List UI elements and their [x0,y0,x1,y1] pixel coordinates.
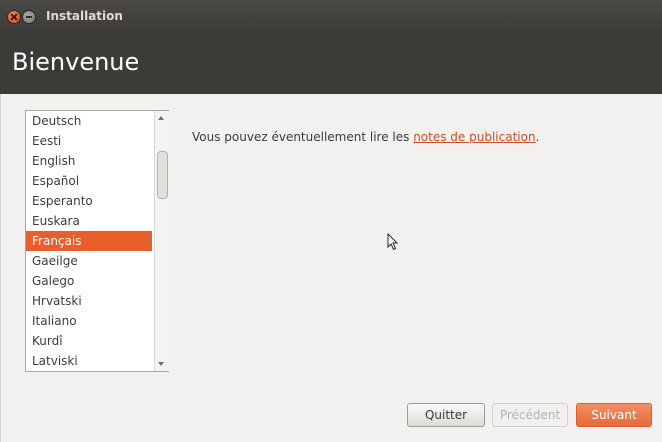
language-item-eesti[interactable]: Eesti [26,131,152,151]
language-item-italiano[interactable]: Italiano [26,311,152,331]
page-title: Bienvenue [12,48,140,76]
main-content: Deutsch Eesti English Español Esperanto … [0,94,662,442]
language-item-espanol[interactable]: Español [26,171,152,191]
quit-button[interactable]: Quitter [407,403,485,427]
scroll-up-icon[interactable] [158,116,164,120]
close-icon[interactable] [8,11,20,23]
language-item-francais[interactable]: Français [26,231,152,251]
release-notes-text: Vous pouvez éventuellement lire les note… [192,130,539,144]
next-button[interactable]: Suivant [576,403,652,427]
language-item-galego[interactable]: Galego [26,271,152,291]
page-header: Bienvenue [0,34,662,94]
language-list-scrollbar[interactable] [154,111,169,371]
mouse-pointer-icon [387,233,399,251]
language-list[interactable]: Deutsch Eesti English Español Esperanto … [25,110,169,372]
language-item-latviski[interactable]: Latviski [26,351,152,371]
language-item-gaeilge[interactable]: Gaeilge [26,251,152,271]
language-item-euskara[interactable]: Euskara [26,211,152,231]
language-item-esperanto[interactable]: Esperanto [26,191,152,211]
release-notes-suffix: . [535,130,540,144]
language-item-hrvatski[interactable]: Hrvatski [26,291,152,311]
previous-button[interactable]: Précédent [492,403,568,427]
language-item-deutsch[interactable]: Deutsch [26,111,152,131]
scroll-down-icon[interactable] [158,362,164,366]
scroll-thumb[interactable] [157,151,168,199]
release-notes-prefix: Vous pouvez éventuellement lire les [192,130,414,144]
minimize-icon[interactable] [23,11,35,23]
language-item-english[interactable]: English [26,151,152,171]
window-title: Installation [46,9,123,23]
language-item-kurdi[interactable]: Kurdî [26,331,152,351]
release-notes-link[interactable]: notes de publication [413,130,535,144]
window-titlebar: Installation [0,0,662,34]
